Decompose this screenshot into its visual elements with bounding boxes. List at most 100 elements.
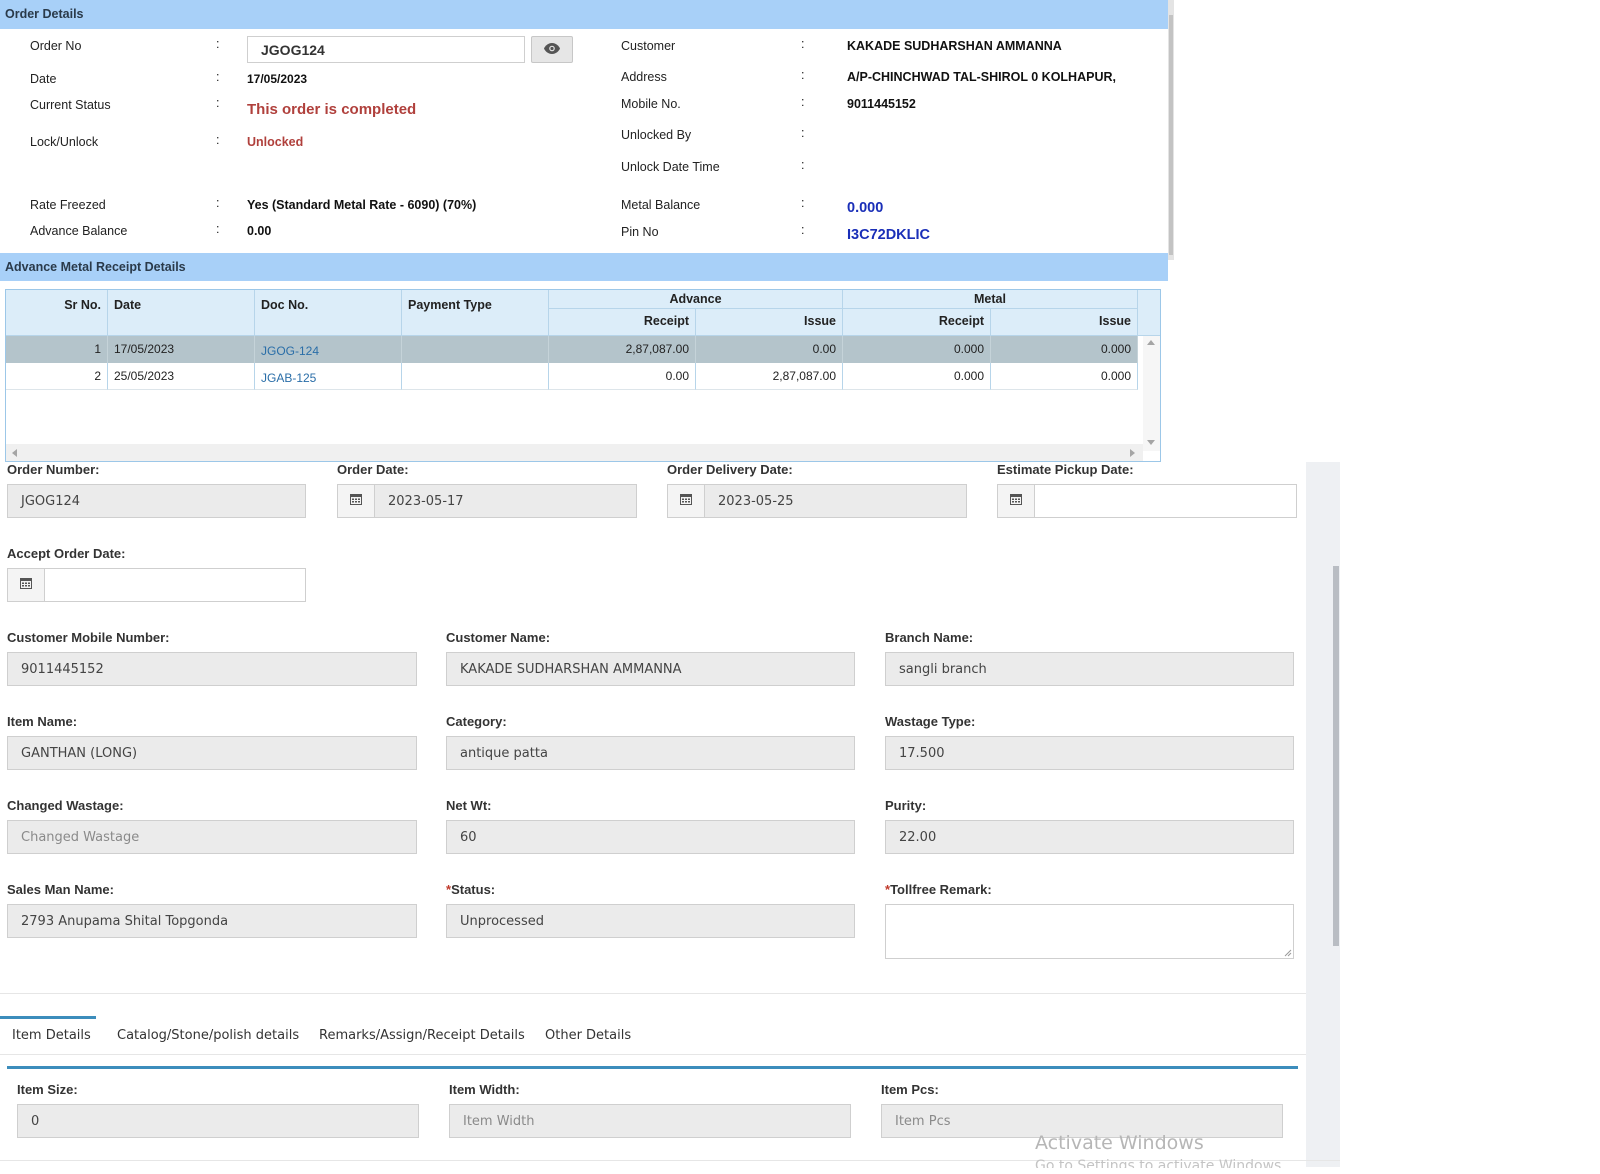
- accept-date-calendar-button[interactable]: [7, 568, 45, 602]
- mobile-label: Mobile No.: [621, 97, 681, 111]
- order-date-calendar-button[interactable]: [337, 484, 375, 518]
- item-pcs-label: Item Pcs:: [881, 1082, 939, 1097]
- net-wt-field[interactable]: 60: [446, 820, 855, 854]
- active-tab-indicator: [0, 1016, 96, 1019]
- pickup-date-calendar-button[interactable]: [997, 484, 1035, 518]
- sales-man-label: Sales Man Name:: [7, 882, 114, 897]
- estimate-pickup-date-label: Estimate Pickup Date:: [997, 462, 1134, 477]
- col-date[interactable]: Date: [108, 290, 255, 336]
- status-field[interactable]: Unprocessed: [446, 904, 855, 938]
- colon: :: [216, 37, 220, 51]
- item-size-field[interactable]: 0: [17, 1104, 419, 1138]
- tab-item-details[interactable]: Item Details: [12, 1028, 91, 1043]
- tab-catalog-stone-polish[interactable]: Catalog/Stone/polish details: [117, 1028, 299, 1043]
- cell-payment-type: [402, 336, 549, 363]
- cell-doc-link[interactable]: JGAB-125: [255, 363, 402, 390]
- cell-adv-receipt: 0.00: [549, 363, 696, 390]
- customer-mobile-field[interactable]: 9011445152: [7, 652, 417, 686]
- scroll-down-arrow-icon[interactable]: [1147, 440, 1155, 445]
- scrollbar-thumb[interactable]: [1169, 15, 1173, 255]
- cell-doc-link[interactable]: JGOG-124: [255, 336, 402, 363]
- colon: :: [801, 196, 805, 210]
- order-no-label: Order No: [30, 39, 82, 53]
- item-width-field[interactable]: Item Width: [449, 1104, 851, 1138]
- purity-field[interactable]: 22.00: [885, 820, 1294, 854]
- changed-wastage-field[interactable]: Changed Wastage: [7, 820, 417, 854]
- status-label: *Status:: [446, 882, 495, 897]
- colon: :: [801, 68, 805, 82]
- mobile-value: 9011445152: [847, 97, 916, 111]
- view-order-button[interactable]: [531, 36, 573, 63]
- resize-handle-icon[interactable]: [1284, 949, 1292, 957]
- wastage-type-field[interactable]: 17.500: [885, 736, 1294, 770]
- calendar-icon: [1010, 492, 1022, 510]
- scroll-left-arrow-icon[interactable]: [12, 449, 17, 457]
- branch-name-field[interactable]: sangli branch: [885, 652, 1294, 686]
- item-name-field[interactable]: GANTHAN (LONG): [7, 736, 417, 770]
- col-metal-receipt[interactable]: Receipt: [843, 309, 991, 336]
- tollfree-remark-label: *Tollfree Remark:: [885, 882, 992, 897]
- col-metal-issue[interactable]: Issue: [991, 309, 1138, 336]
- scroll-right-arrow-icon[interactable]: [1130, 449, 1135, 457]
- current-status-value: This order is completed: [247, 101, 417, 118]
- col-doc-no[interactable]: Doc No.: [255, 290, 402, 336]
- lock-status-value: Unlocked: [247, 135, 304, 149]
- scrollbar-thumb[interactable]: [1333, 566, 1339, 946]
- tab-remarks-assign-receipt[interactable]: Remarks/Assign/Receipt Details: [319, 1028, 525, 1043]
- estimate-pickup-date-field[interactable]: [1035, 484, 1297, 518]
- col-payment-type[interactable]: Payment Type: [402, 290, 549, 336]
- category-field[interactable]: antique patta: [446, 736, 855, 770]
- accept-order-date-field[interactable]: [45, 568, 306, 602]
- colon: :: [216, 222, 220, 236]
- status-label-text: Status:: [451, 882, 496, 897]
- customer-name-field[interactable]: KAKADE SUDHARSHAN AMMANNA: [446, 652, 855, 686]
- grid-vertical-scrollbar[interactable]: [1143, 336, 1160, 451]
- advance-metal-header: Advance Metal Receipt Details: [0, 253, 1168, 281]
- sales-man-field[interactable]: 2793 Anupama Shital Topgonda: [7, 904, 417, 938]
- order-number-field[interactable]: JGOG124: [7, 484, 306, 518]
- order-no-input[interactable]: JGOG124: [247, 36, 525, 63]
- cell-metal-receipt: 0.000: [843, 336, 991, 363]
- customer-mobile-label: Customer Mobile Number:: [7, 630, 170, 645]
- cell-date: 25/05/2023: [108, 363, 255, 390]
- cell-metal-issue: 0.000: [991, 336, 1138, 363]
- tollfree-remark-textarea[interactable]: [885, 904, 1294, 959]
- tabs-divider: [0, 1054, 1306, 1055]
- page-scrollbar[interactable]: [1306, 462, 1340, 1167]
- date-value: 17/05/2023: [247, 72, 308, 86]
- col-advance-issue[interactable]: Issue: [696, 309, 843, 336]
- order-delivery-date-field[interactable]: 2023-05-25: [705, 484, 967, 518]
- item-width-label: Item Width:: [449, 1082, 520, 1097]
- customer-value: KAKADE SUDHARSHAN AMMANNA: [847, 39, 1062, 53]
- colon: :: [216, 70, 220, 84]
- cell-metal-issue: 0.000: [991, 363, 1138, 390]
- advance-balance-value: 0.00: [247, 224, 272, 238]
- lock-unlock-label: Lock/Unlock: [30, 135, 99, 149]
- grid-horizontal-scrollbar[interactable]: [6, 444, 1143, 461]
- col-advance-receipt[interactable]: Receipt: [549, 309, 696, 336]
- pin-no-value: I3C72DKLIC: [847, 227, 930, 243]
- item-size-label: Item Size:: [17, 1082, 78, 1097]
- activate-windows-subtext: Go to Settings to activate Windows.: [1035, 1158, 1286, 1168]
- current-status-label: Current Status: [30, 98, 111, 112]
- activate-windows-watermark: Activate Windows: [1035, 1132, 1204, 1154]
- metal-balance-value: 0.000: [847, 200, 884, 216]
- col-sr-no[interactable]: Sr No.: [6, 290, 108, 336]
- cell-date: 17/05/2023: [108, 336, 255, 363]
- order-date-field[interactable]: 2023-05-17: [375, 484, 637, 518]
- cell-metal-receipt: 0.000: [843, 363, 991, 390]
- calendar-icon: [20, 576, 32, 594]
- col-metal-group: Metal: [843, 290, 1138, 309]
- branch-name-label: Branch Name:: [885, 630, 974, 645]
- cell-sr: 2: [6, 363, 108, 390]
- unlocked-by-label: Unlocked By: [621, 128, 692, 142]
- colon: :: [216, 133, 220, 147]
- eye-icon: [544, 41, 560, 59]
- delivery-date-calendar-button[interactable]: [667, 484, 705, 518]
- address-value: A/P-CHINCHWAD TAL-SHIROL 0 KOLHAPUR,: [847, 70, 1116, 84]
- top-panel-scrollbar[interactable]: [1168, 0, 1174, 260]
- scroll-up-arrow-icon[interactable]: [1147, 340, 1155, 345]
- order-delivery-date-label: Order Delivery Date:: [667, 462, 793, 477]
- tab-other-details[interactable]: Other Details: [545, 1028, 631, 1043]
- rate-freezed-label: Rate Freezed: [30, 198, 106, 212]
